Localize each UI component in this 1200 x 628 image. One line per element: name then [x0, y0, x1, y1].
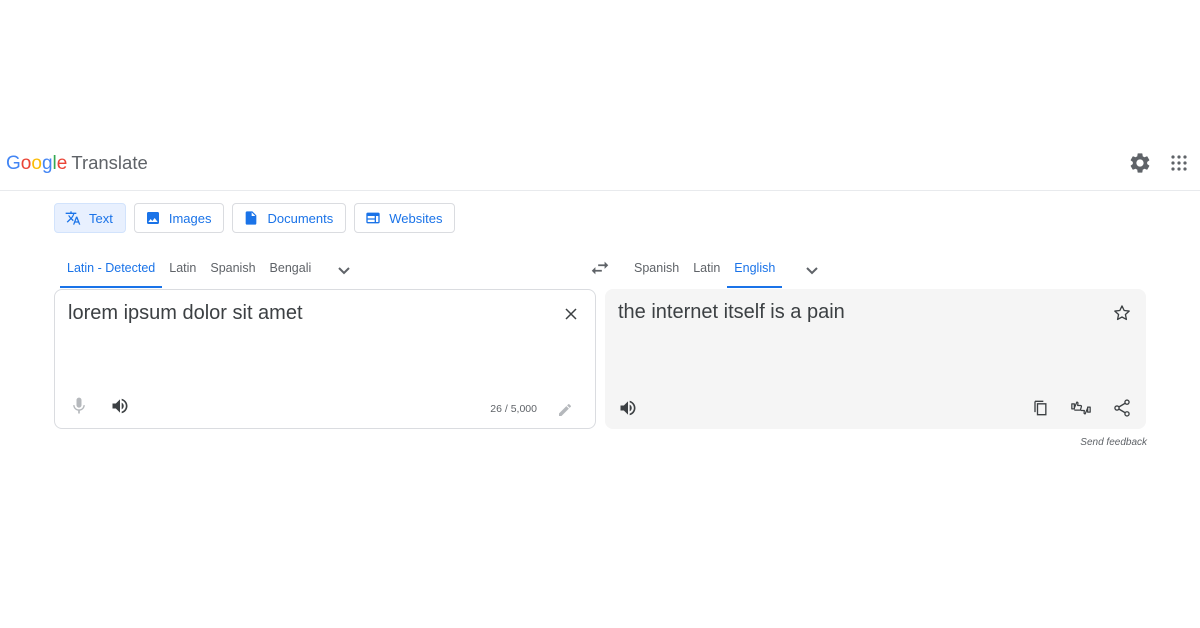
document-icon: [246, 211, 257, 225]
logo-letter: g: [41, 153, 53, 174]
character-count: 26 / 5,000: [490, 403, 537, 415]
mode-websites-button[interactable]: Websites: [354, 203, 456, 233]
apps-grid-icon[interactable]: [1167, 151, 1191, 175]
mode-documents-button[interactable]: Documents: [232, 203, 347, 233]
logo-letter: o: [20, 153, 32, 174]
chevron-down-icon[interactable]: [332, 258, 356, 282]
speaker-icon[interactable]: [618, 398, 638, 418]
gear-icon[interactable]: [1128, 151, 1152, 175]
swap-languages-icon[interactable]: [589, 257, 611, 279]
google-translate-logo[interactable]: Google Translate: [6, 152, 148, 175]
source-text-panel: lorem ipsum dolor sit amet 26 / 5,000: [54, 289, 596, 429]
logo-letter: G: [6, 153, 21, 174]
target-lang-tab-english[interactable]: English: [727, 252, 783, 288]
rate-translation-icon[interactable]: [1070, 398, 1092, 418]
source-text-input[interactable]: lorem ipsum dolor sit amet: [68, 302, 303, 325]
source-language-bar: Latin - Detected Latin Spanish Bengali: [60, 252, 356, 288]
product-name: Translate: [71, 152, 148, 173]
mode-label: Documents: [267, 210, 334, 226]
close-icon[interactable]: [561, 304, 581, 324]
website-icon: [366, 212, 380, 224]
pencil-icon[interactable]: [557, 402, 573, 418]
speaker-icon[interactable]: [110, 396, 130, 416]
share-icon[interactable]: [1112, 398, 1132, 418]
logo-letter: o: [31, 153, 42, 174]
mode-selector: Text Images Documents Websites: [54, 203, 456, 233]
mode-text-button[interactable]: Text: [54, 203, 126, 233]
chevron-down-icon[interactable]: [800, 258, 824, 282]
microphone-icon[interactable]: [69, 396, 89, 416]
mode-label: Text: [89, 210, 113, 226]
target-lang-tab-latin[interactable]: Latin: [686, 252, 727, 288]
mode-images-button[interactable]: Images: [133, 203, 225, 233]
translate-icon: [65, 211, 81, 225]
send-feedback-link[interactable]: Send feedback: [1080, 437, 1147, 448]
target-text-panel: the internet itself is a pain: [605, 289, 1146, 429]
target-lang-tab-spanish[interactable]: Spanish: [627, 252, 686, 288]
logo-letter: e: [56, 153, 68, 174]
source-lang-tab-spanish[interactable]: Spanish: [203, 252, 262, 288]
copy-icon[interactable]: [1030, 398, 1050, 418]
star-icon[interactable]: [1112, 303, 1132, 323]
image-icon: [146, 212, 159, 224]
mode-label: Websites: [389, 210, 443, 226]
target-language-bar: Spanish Latin English: [627, 252, 824, 288]
translation-output: the internet itself is a pain: [618, 301, 845, 323]
source-lang-tab-bengali[interactable]: Bengali: [263, 252, 319, 288]
app-header: Google Translate: [0, 140, 1200, 191]
source-lang-tab-latin[interactable]: Latin: [162, 252, 203, 288]
mode-label: Images: [168, 210, 212, 226]
source-lang-tab-detected[interactable]: Latin - Detected: [60, 252, 163, 288]
